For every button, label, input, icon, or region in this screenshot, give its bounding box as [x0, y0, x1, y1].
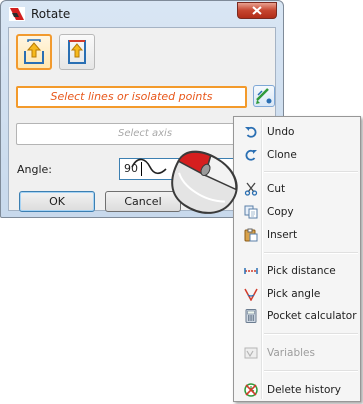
- close-icon: [252, 6, 262, 15]
- ok-button-label: OK: [49, 195, 65, 208]
- scissors-icon: [244, 182, 258, 196]
- menu-item-insert[interactable]: Insert: [236, 224, 358, 246]
- menu-item-label: Variables: [267, 347, 315, 359]
- menu-item-clone[interactable]: Clone: [236, 144, 358, 166]
- calculator-icon: [245, 309, 257, 323]
- menu-item-label: Insert: [267, 229, 298, 241]
- pick-distance-icon: [244, 268, 258, 274]
- menu-item-delete-history[interactable]: Delete history: [236, 379, 358, 401]
- select-lines-placeholder: Select lines or isolated points: [50, 90, 213, 103]
- menu-item-label: Clone: [267, 149, 297, 161]
- pick-elements-button[interactable]: [253, 85, 275, 107]
- pick-angle-icon: [244, 288, 258, 301]
- rotate-mode-button[interactable]: [59, 34, 95, 70]
- delete-history-icon: [244, 383, 258, 397]
- menu-item-pick-distance[interactable]: Pick distance: [236, 260, 358, 282]
- menu-item-label: Delete history: [267, 384, 341, 396]
- select-axis-placeholder: Select axis: [117, 128, 173, 139]
- pick-tool-icon: [256, 88, 272, 104]
- menu-item-label: Pick distance: [267, 265, 336, 277]
- context-menu: Undo Clone Cut Copy Insert Pick distance…: [233, 116, 361, 402]
- menu-item-cut[interactable]: Cut: [236, 178, 358, 200]
- menu-separator: [264, 370, 358, 372]
- right-click-mouse-icon: [131, 150, 238, 214]
- close-button[interactable]: [237, 2, 277, 19]
- copy-icon: [244, 205, 258, 219]
- menu-item-label: Pick angle: [267, 288, 321, 300]
- menu-item-undo[interactable]: Undo: [236, 121, 358, 143]
- menu-item-label: Undo: [267, 126, 295, 138]
- menu-item-copy[interactable]: Copy: [236, 201, 358, 223]
- menu-separator: [264, 252, 358, 254]
- rotate-selection-icon: [24, 39, 44, 64]
- app-logo-icon: [9, 7, 25, 21]
- select-lines-field[interactable]: Select lines or isolated points: [16, 86, 247, 108]
- title-bar: Rotate: [1, 1, 283, 27]
- menu-item-label: Copy: [267, 206, 294, 218]
- menu-item-label: Cut: [267, 183, 286, 195]
- menu-item-pick-angle[interactable]: Pick angle: [236, 283, 358, 305]
- menu-item-pocket-calculator[interactable]: Pocket calculator: [236, 305, 358, 327]
- dialog-title: Rotate: [31, 7, 71, 21]
- redo-icon: [245, 149, 257, 161]
- undo-icon: [245, 126, 257, 138]
- menu-item-variables: Variables: [236, 342, 358, 364]
- angle-label: Angle:: [17, 163, 53, 176]
- menu-separator: [264, 171, 358, 173]
- variables-icon: [244, 347, 258, 359]
- paste-icon: [244, 228, 258, 242]
- menu-separator: [264, 333, 358, 335]
- menu-item-label: Pocket calculator: [267, 310, 357, 322]
- ok-button[interactable]: OK: [19, 191, 95, 212]
- rotate-mode-button-active[interactable]: [16, 34, 52, 70]
- rotate-copy-icon: [68, 40, 86, 64]
